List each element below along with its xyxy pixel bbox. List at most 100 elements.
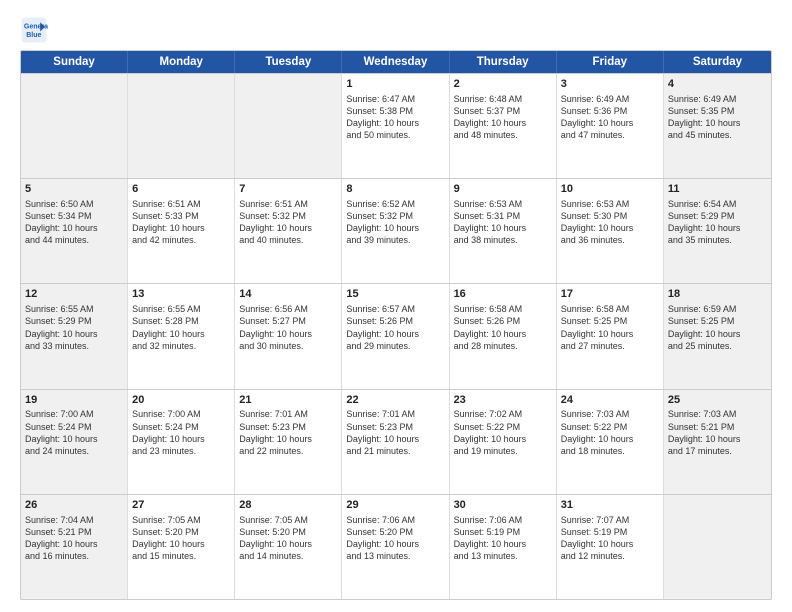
cell-info: Sunrise: 6:59 AM Sunset: 5:25 PM Dayligh… <box>668 303 767 352</box>
header-day-friday: Friday <box>557 51 664 73</box>
cell-info: Sunrise: 6:57 AM Sunset: 5:26 PM Dayligh… <box>346 303 444 352</box>
page: General Blue SundayMondayTuesdayWednesda… <box>0 0 792 612</box>
svg-text:Blue: Blue <box>26 32 41 39</box>
calendar-cell-day-29: 29Sunrise: 7:06 AM Sunset: 5:20 PM Dayli… <box>342 495 449 599</box>
cell-info: Sunrise: 6:51 AM Sunset: 5:32 PM Dayligh… <box>239 198 337 247</box>
calendar-cell-empty <box>664 495 771 599</box>
cell-info: Sunrise: 6:58 AM Sunset: 5:26 PM Dayligh… <box>454 303 552 352</box>
header-day-saturday: Saturday <box>664 51 771 73</box>
header-day-tuesday: Tuesday <box>235 51 342 73</box>
calendar-cell-day-31: 31Sunrise: 7:07 AM Sunset: 5:19 PM Dayli… <box>557 495 664 599</box>
cell-info: Sunrise: 6:53 AM Sunset: 5:31 PM Dayligh… <box>454 198 552 247</box>
calendar-cell-day-10: 10Sunrise: 6:53 AM Sunset: 5:30 PM Dayli… <box>557 179 664 283</box>
calendar-cell-day-2: 2Sunrise: 6:48 AM Sunset: 5:37 PM Daylig… <box>450 74 557 178</box>
cell-info: Sunrise: 7:06 AM Sunset: 5:20 PM Dayligh… <box>346 514 444 563</box>
day-number: 17 <box>561 287 659 302</box>
calendar-header: SundayMondayTuesdayWednesdayThursdayFrid… <box>21 51 771 73</box>
day-number: 26 <box>25 498 123 513</box>
header-day-monday: Monday <box>128 51 235 73</box>
cell-info: Sunrise: 7:01 AM Sunset: 5:23 PM Dayligh… <box>346 408 444 457</box>
calendar-cell-day-3: 3Sunrise: 6:49 AM Sunset: 5:36 PM Daylig… <box>557 74 664 178</box>
day-number: 24 <box>561 393 659 408</box>
calendar-cell-day-15: 15Sunrise: 6:57 AM Sunset: 5:26 PM Dayli… <box>342 284 449 388</box>
calendar-body: 1Sunrise: 6:47 AM Sunset: 5:38 PM Daylig… <box>21 73 771 599</box>
cell-info: Sunrise: 7:07 AM Sunset: 5:19 PM Dayligh… <box>561 514 659 563</box>
calendar-cell-day-8: 8Sunrise: 6:52 AM Sunset: 5:32 PM Daylig… <box>342 179 449 283</box>
day-number: 18 <box>668 287 767 302</box>
day-number: 4 <box>668 77 767 92</box>
calendar-cell-day-21: 21Sunrise: 7:01 AM Sunset: 5:23 PM Dayli… <box>235 390 342 494</box>
logo: General Blue <box>20 16 52 44</box>
header-day-sunday: Sunday <box>21 51 128 73</box>
calendar-row-1: 5Sunrise: 6:50 AM Sunset: 5:34 PM Daylig… <box>21 178 771 283</box>
day-number: 16 <box>454 287 552 302</box>
header: General Blue <box>20 16 772 44</box>
day-number: 20 <box>132 393 230 408</box>
calendar-cell-day-9: 9Sunrise: 6:53 AM Sunset: 5:31 PM Daylig… <box>450 179 557 283</box>
calendar-cell-day-30: 30Sunrise: 7:06 AM Sunset: 5:19 PM Dayli… <box>450 495 557 599</box>
logo-icon: General Blue <box>20 16 48 44</box>
calendar-cell-day-28: 28Sunrise: 7:05 AM Sunset: 5:20 PM Dayli… <box>235 495 342 599</box>
cell-info: Sunrise: 7:02 AM Sunset: 5:22 PM Dayligh… <box>454 408 552 457</box>
day-number: 28 <box>239 498 337 513</box>
cell-info: Sunrise: 7:06 AM Sunset: 5:19 PM Dayligh… <box>454 514 552 563</box>
cell-info: Sunrise: 6:49 AM Sunset: 5:35 PM Dayligh… <box>668 93 767 142</box>
day-number: 27 <box>132 498 230 513</box>
cell-info: Sunrise: 6:58 AM Sunset: 5:25 PM Dayligh… <box>561 303 659 352</box>
calendar-cell-day-12: 12Sunrise: 6:55 AM Sunset: 5:29 PM Dayli… <box>21 284 128 388</box>
calendar-cell-day-11: 11Sunrise: 6:54 AM Sunset: 5:29 PM Dayli… <box>664 179 771 283</box>
calendar-cell-day-26: 26Sunrise: 7:04 AM Sunset: 5:21 PM Dayli… <box>21 495 128 599</box>
calendar-cell-day-27: 27Sunrise: 7:05 AM Sunset: 5:20 PM Dayli… <box>128 495 235 599</box>
calendar-cell-day-16: 16Sunrise: 6:58 AM Sunset: 5:26 PM Dayli… <box>450 284 557 388</box>
day-number: 30 <box>454 498 552 513</box>
calendar-cell-day-1: 1Sunrise: 6:47 AM Sunset: 5:38 PM Daylig… <box>342 74 449 178</box>
day-number: 5 <box>25 182 123 197</box>
calendar-cell-day-13: 13Sunrise: 6:55 AM Sunset: 5:28 PM Dayli… <box>128 284 235 388</box>
calendar: SundayMondayTuesdayWednesdayThursdayFrid… <box>20 50 772 600</box>
day-number: 22 <box>346 393 444 408</box>
cell-info: Sunrise: 6:48 AM Sunset: 5:37 PM Dayligh… <box>454 93 552 142</box>
day-number: 7 <box>239 182 337 197</box>
cell-info: Sunrise: 6:53 AM Sunset: 5:30 PM Dayligh… <box>561 198 659 247</box>
day-number: 13 <box>132 287 230 302</box>
cell-info: Sunrise: 7:04 AM Sunset: 5:21 PM Dayligh… <box>25 514 123 563</box>
day-number: 10 <box>561 182 659 197</box>
calendar-cell-day-5: 5Sunrise: 6:50 AM Sunset: 5:34 PM Daylig… <box>21 179 128 283</box>
calendar-cell-day-24: 24Sunrise: 7:03 AM Sunset: 5:22 PM Dayli… <box>557 390 664 494</box>
calendar-cell-empty <box>21 74 128 178</box>
day-number: 6 <box>132 182 230 197</box>
day-number: 9 <box>454 182 552 197</box>
cell-info: Sunrise: 6:52 AM Sunset: 5:32 PM Dayligh… <box>346 198 444 247</box>
day-number: 2 <box>454 77 552 92</box>
day-number: 29 <box>346 498 444 513</box>
calendar-cell-day-22: 22Sunrise: 7:01 AM Sunset: 5:23 PM Dayli… <box>342 390 449 494</box>
cell-info: Sunrise: 6:54 AM Sunset: 5:29 PM Dayligh… <box>668 198 767 247</box>
day-number: 31 <box>561 498 659 513</box>
calendar-cell-day-14: 14Sunrise: 6:56 AM Sunset: 5:27 PM Dayli… <box>235 284 342 388</box>
calendar-cell-day-17: 17Sunrise: 6:58 AM Sunset: 5:25 PM Dayli… <box>557 284 664 388</box>
day-number: 8 <box>346 182 444 197</box>
calendar-cell-day-18: 18Sunrise: 6:59 AM Sunset: 5:25 PM Dayli… <box>664 284 771 388</box>
calendar-cell-empty <box>128 74 235 178</box>
cell-info: Sunrise: 7:00 AM Sunset: 5:24 PM Dayligh… <box>132 408 230 457</box>
calendar-cell-day-7: 7Sunrise: 6:51 AM Sunset: 5:32 PM Daylig… <box>235 179 342 283</box>
day-number: 11 <box>668 182 767 197</box>
day-number: 21 <box>239 393 337 408</box>
calendar-cell-day-6: 6Sunrise: 6:51 AM Sunset: 5:33 PM Daylig… <box>128 179 235 283</box>
cell-info: Sunrise: 6:47 AM Sunset: 5:38 PM Dayligh… <box>346 93 444 142</box>
cell-info: Sunrise: 6:56 AM Sunset: 5:27 PM Dayligh… <box>239 303 337 352</box>
cell-info: Sunrise: 6:55 AM Sunset: 5:28 PM Dayligh… <box>132 303 230 352</box>
day-number: 1 <box>346 77 444 92</box>
day-number: 23 <box>454 393 552 408</box>
cell-info: Sunrise: 6:51 AM Sunset: 5:33 PM Dayligh… <box>132 198 230 247</box>
cell-info: Sunrise: 6:49 AM Sunset: 5:36 PM Dayligh… <box>561 93 659 142</box>
day-number: 15 <box>346 287 444 302</box>
calendar-row-0: 1Sunrise: 6:47 AM Sunset: 5:38 PM Daylig… <box>21 73 771 178</box>
calendar-cell-day-23: 23Sunrise: 7:02 AM Sunset: 5:22 PM Dayli… <box>450 390 557 494</box>
day-number: 3 <box>561 77 659 92</box>
cell-info: Sunrise: 7:05 AM Sunset: 5:20 PM Dayligh… <box>239 514 337 563</box>
calendar-cell-day-19: 19Sunrise: 7:00 AM Sunset: 5:24 PM Dayli… <box>21 390 128 494</box>
day-number: 12 <box>25 287 123 302</box>
cell-info: Sunrise: 7:05 AM Sunset: 5:20 PM Dayligh… <box>132 514 230 563</box>
cell-info: Sunrise: 7:03 AM Sunset: 5:21 PM Dayligh… <box>668 408 767 457</box>
